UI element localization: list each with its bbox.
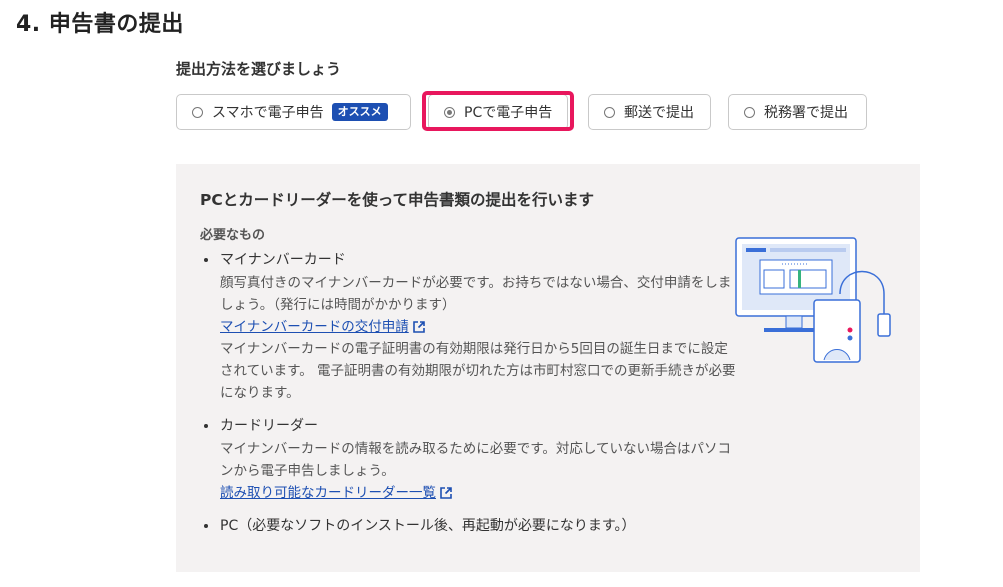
radio-icon — [192, 106, 203, 118]
item-name: カードリーダー — [220, 418, 318, 434]
option-mail[interactable]: 郵送で提出 — [588, 94, 711, 130]
bullet — [204, 258, 208, 262]
option-label: 郵送で提出 — [624, 105, 694, 121]
option-label: 税務署で提出 — [764, 105, 848, 121]
recommend-badge: オススメ — [331, 103, 388, 121]
section-title: 4. 申告書の提出 — [16, 12, 184, 37]
item-name: PC（必要なソフトのインストール後、再起動が必要になります。） — [220, 518, 636, 534]
list-item-card-reader: カードリーダー マイナンバーカードの情報を読み取るために必要です。対応していない… — [200, 414, 740, 504]
list-item-pc: PC（必要なソフトのインストール後、再起動が必要になります。） — [200, 514, 740, 538]
link-label: 読み取り可能なカードリーダー一覧 — [220, 485, 436, 501]
pc-card-reader-illustration — [735, 237, 891, 363]
panel-title: PCとカードリーダーを使って申告書類の提出を行います — [200, 191, 594, 209]
option-label: PCで電子申告 — [464, 105, 553, 121]
info-panel: PCとカードリーダーを使って申告書類の提出を行います 必要なもの マイナンバーカ… — [176, 164, 920, 572]
bullet — [204, 524, 208, 528]
radio-icon — [744, 106, 755, 118]
page: 4. 申告書の提出 提出方法を選びましょう スマホで電子申告 オススメ PCで電… — [0, 0, 1003, 587]
radio-icon — [444, 106, 455, 118]
requirements-list: マイナンバーカード 顔写真付きのマイナンバーカードが必要です。お持ちではない場合… — [200, 248, 740, 538]
option-label: スマホで電子申告 — [212, 105, 324, 121]
item-desc: マイナンバーカードの電子証明書の有効期限は発行日から5回目の誕生日までに設定され… — [220, 341, 736, 401]
item-desc: マイナンバーカードの情報を読み取るために必要です。対応していない場合はパソコンか… — [220, 441, 731, 479]
link-label: マイナンバーカードの交付申請 — [220, 319, 409, 335]
card-reader-list-link[interactable]: 読み取り可能なカードリーダー一覧 — [220, 482, 453, 504]
external-link-icon — [412, 321, 425, 333]
option-tax-office[interactable]: 税務署で提出 — [728, 94, 867, 130]
mynumber-application-link[interactable]: マイナンバーカードの交付申請 — [220, 316, 426, 338]
external-link-icon — [440, 487, 452, 499]
item-desc: 顔写真付きのマイナンバーカードが必要です。お持ちではない場合、交付申請をしましょ… — [220, 275, 732, 313]
item-name: マイナンバーカード — [220, 252, 346, 268]
method-heading: 提出方法を選びましょう — [176, 60, 342, 78]
bullet — [204, 424, 208, 428]
radio-icon — [604, 106, 615, 118]
option-pc-efiling[interactable]: PCで電子申告 — [428, 94, 568, 130]
needs-label: 必要なもの — [200, 228, 266, 243]
list-item-mynumber-card: マイナンバーカード 顔写真付きのマイナンバーカードが必要です。お持ちではない場合… — [200, 248, 740, 404]
option-smartphone-efiling[interactable]: スマホで電子申告 オススメ — [176, 94, 411, 130]
